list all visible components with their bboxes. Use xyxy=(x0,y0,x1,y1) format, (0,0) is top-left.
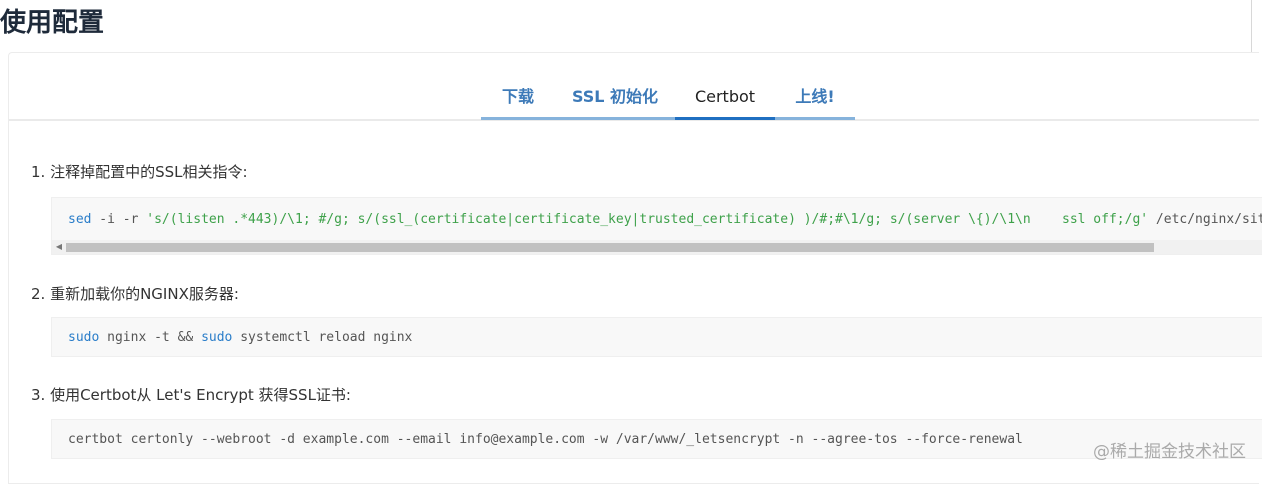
code-line-reload: sudo nginx -t && sudo systemctl reload n… xyxy=(68,330,412,345)
code-keyword-sudo: sudo xyxy=(68,330,100,345)
code-line-sed: sed -i -r 's/(listen .*443)/\1; #/g; s/(… xyxy=(68,212,1262,227)
code-block-certbot[interactable]: certbot certonly --webroot -d example.co… xyxy=(51,419,1262,459)
code-mid: nginx -t && xyxy=(99,330,202,345)
code-string: 's/(listen .*443)/\1; #/g; s/(ssl_(certi… xyxy=(146,212,1149,227)
tab-certbot-label: Certbot xyxy=(694,87,756,106)
code-rest: systemctl reload nginx xyxy=(232,330,413,345)
tab-download-underline xyxy=(481,117,555,120)
tab-certbot[interactable]: Certbot xyxy=(675,77,775,120)
step-1-label: 1. 注释掉配置中的SSL相关指令: xyxy=(31,163,248,181)
tab-ssl-init-label: SSL 初始化 xyxy=(571,87,659,106)
scrollbar-thumb[interactable] xyxy=(66,243,1154,252)
triangle-left-icon[interactable]: ◀ xyxy=(54,240,64,254)
code-block-sed[interactable]: sed -i -r 's/(listen .*443)/\1; #/g; s/(… xyxy=(51,197,1262,255)
tab-certbot-underline xyxy=(675,117,775,120)
tab-go-live-label: 上线! xyxy=(795,87,835,106)
code-options: -i -r xyxy=(91,212,147,227)
code-path: /etc/nginx/sites-available/ xyxy=(1155,212,1262,227)
code-block-reload[interactable]: sudo nginx -t && sudo systemctl reload n… xyxy=(51,317,1262,357)
page-title: 使用配置 xyxy=(0,8,105,38)
code-keyword-sudo-2: sudo xyxy=(201,330,233,345)
watermark: @稀土掘金技术社区 xyxy=(1093,442,1246,462)
tab-go-live-underline xyxy=(775,117,855,120)
tab-ssl-init[interactable]: SSL 初始化 xyxy=(555,77,675,120)
step-3-label: 3. 使用Certbot从 Let's Encrypt 获得SSL证书: xyxy=(31,386,351,404)
step-2-label: 2. 重新加载你的NGINX服务器: xyxy=(31,285,239,303)
code-line-certbot: certbot certonly --webroot -d example.co… xyxy=(68,432,1023,447)
tab-ssl-init-underline xyxy=(555,117,675,120)
tab-go-live[interactable]: 上线! xyxy=(775,77,855,120)
code-command: sed xyxy=(68,212,92,227)
horizontal-scrollbar[interactable]: ◀ xyxy=(52,240,1262,254)
tab-download[interactable]: 下载 xyxy=(481,77,555,120)
config-card: 下载 SSL 初始化 Certbot 上线! 1. 注释掉配置中的SSL相关指令… xyxy=(8,52,1262,484)
tab-download-label: 下载 xyxy=(501,87,534,106)
